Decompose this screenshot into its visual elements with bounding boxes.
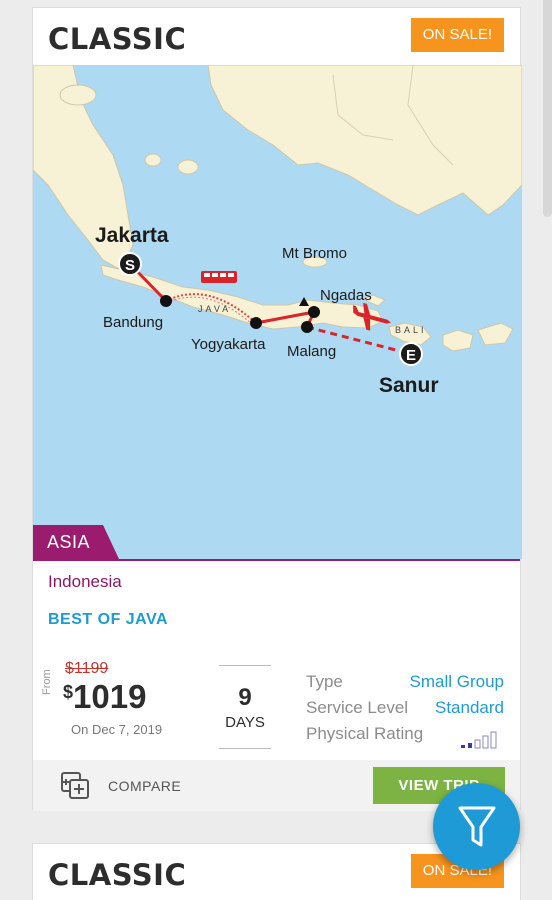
- attr-physical-label: Physical Rating: [306, 724, 424, 743]
- filter-button[interactable]: [433, 783, 520, 870]
- map-label-bandung: Bandung: [103, 314, 163, 331]
- map-label-java: JAVA: [198, 304, 231, 314]
- attr-type-value: Small Group: [409, 672, 504, 691]
- currency-symbol: $: [63, 682, 74, 702]
- country-label[interactable]: Indonesia: [48, 572, 122, 592]
- map-label-yogyakarta: Yogyakarta: [191, 336, 266, 353]
- stop-dot-malang: [301, 321, 313, 333]
- sale-price-amount: 1019: [73, 678, 147, 715]
- map-label-end-city: Sanur: [379, 374, 439, 397]
- stop-dot-bandung: [160, 295, 172, 307]
- card-header: CLASSIC ON SALE!: [33, 8, 520, 65]
- map-label-ngadas: Ngadas: [320, 287, 372, 304]
- rating-bars-icon: [461, 731, 497, 749]
- scrollbar[interactable]: [543, 0, 552, 217]
- stop-dot-ngadas: [308, 306, 320, 318]
- price-from-label: From: [41, 669, 53, 695]
- end-marker-label: E: [406, 347, 416, 364]
- region-row: ASIA Indonesia: [33, 525, 520, 597]
- departure-date: On Dec 7, 2019: [71, 722, 163, 737]
- stop-dot-yogyakarta: [250, 317, 262, 329]
- route-map[interactable]: S E Jakarta Bandung Yogyakarta Mt Bromo …: [33, 65, 522, 559]
- duration-days: 9: [238, 684, 252, 711]
- original-price: $1199: [65, 660, 109, 677]
- trip-name-link[interactable]: BEST OF JAVA: [48, 611, 168, 629]
- map-label-mt-bromo: Mt Bromo: [282, 245, 347, 262]
- start-marker-label: S: [125, 257, 135, 274]
- filter-icon: [458, 806, 496, 847]
- on-sale-badge: ON SALE!: [410, 18, 504, 52]
- compare-icon[interactable]: [60, 771, 92, 801]
- map-label-start-city: Jakarta: [95, 224, 169, 247]
- sale-price: $1019: [63, 678, 146, 716]
- trip-card[interactable]: CLASSIC ON SALE!: [32, 7, 522, 811]
- attr-type-label: Type: [306, 672, 343, 691]
- attr-service-value: Standard: [435, 698, 504, 717]
- trip-style-title: CLASSIC: [48, 858, 187, 892]
- trip-details: BEST OF JAVA From $1199 $1019 On Dec 7, …: [33, 597, 520, 760]
- map-label-bali: BALI: [395, 325, 427, 335]
- duration-box: 9 DAYS: [219, 665, 271, 749]
- bus-icon: [201, 271, 237, 283]
- trip-style-title: CLASSIC: [48, 22, 187, 56]
- map-label-malang: Malang: [287, 343, 336, 360]
- region-divider: [33, 559, 520, 561]
- duration-label: DAYS: [225, 714, 265, 731]
- compare-label[interactable]: COMPARE: [108, 778, 181, 794]
- attr-service-label: Service Level: [306, 698, 409, 717]
- region-label: ASIA: [47, 532, 91, 552]
